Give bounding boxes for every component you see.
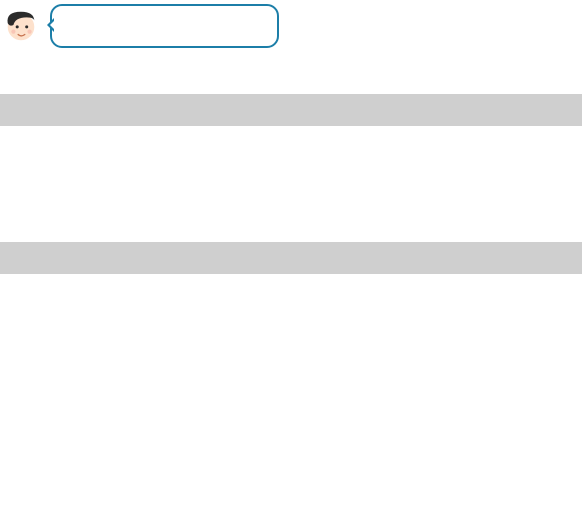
speech-bubble <box>50 4 279 48</box>
section-bar-2 <box>0 242 582 274</box>
section-bar-1 <box>0 94 582 126</box>
avatar-icon <box>2 6 40 44</box>
